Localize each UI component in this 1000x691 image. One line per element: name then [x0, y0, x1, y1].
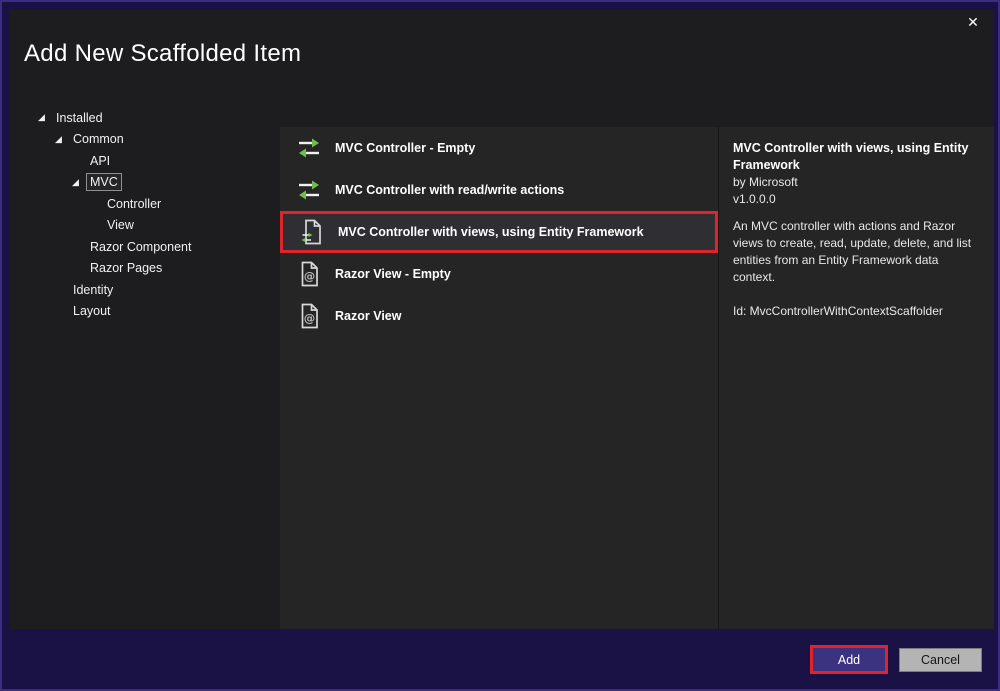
- tree-item-label: MVC: [86, 173, 122, 191]
- scaffold-file-icon: [299, 219, 325, 245]
- tree-item-label: Controller: [103, 195, 165, 213]
- dialog-title: Add New Scaffolded Item: [24, 40, 301, 68]
- dialog-surface: Add New Scaffolded Item ◢Installed◢Commo…: [10, 10, 994, 629]
- tree-item-api[interactable]: API: [10, 150, 280, 172]
- tree-item-label: Installed: [52, 109, 107, 127]
- razor-file-icon: @: [296, 303, 322, 329]
- mvc-controller-icon: [296, 135, 322, 161]
- svg-text:@: @: [304, 311, 316, 325]
- expand-triangle-icon[interactable]: ◢: [38, 113, 52, 122]
- category-tree: ◢Installed◢CommonAPI◢MVCControllerViewRa…: [10, 102, 280, 629]
- tree-item-identity[interactable]: Identity: [10, 279, 280, 301]
- template-item-razor-view[interactable]: @ Razor View: [280, 295, 718, 337]
- template-item-razor-view-empty[interactable]: @ Razor View - Empty: [280, 253, 718, 295]
- tree-item-razor-component[interactable]: Razor Component: [10, 236, 280, 258]
- tree-item-layout[interactable]: Layout: [10, 301, 280, 323]
- tree-item-label: Common: [69, 130, 128, 148]
- template-item-mvc-controller-empty[interactable]: MVC Controller - Empty: [280, 127, 718, 169]
- template-item-mvc-controller-with-read-write-actions[interactable]: MVC Controller with read/write actions: [280, 169, 718, 211]
- tree-item-mvc[interactable]: ◢MVC: [10, 172, 280, 194]
- razor-file-icon: @: [296, 261, 322, 287]
- svg-text:@: @: [304, 269, 316, 283]
- details-title: MVC Controller with views, using Entity …: [733, 140, 980, 174]
- tree-item-installed[interactable]: ◢Installed: [10, 107, 280, 129]
- tree-item-label: Razor Pages: [86, 259, 166, 277]
- tree-item-label: Layout: [69, 302, 115, 320]
- tree-item-label: Identity: [69, 281, 117, 299]
- tree-item-label: API: [86, 152, 114, 170]
- template-item-label: MVC Controller with read/write actions: [335, 183, 564, 197]
- add-scaffold-dialog-window: Add New Scaffolded Item ◢Installed◢Commo…: [0, 0, 1000, 691]
- add-button[interactable]: Add: [810, 645, 888, 674]
- template-item-label: MVC Controller - Empty: [335, 141, 475, 155]
- tree-item-common[interactable]: ◢Common: [10, 129, 280, 151]
- tree-item-controller[interactable]: Controller: [10, 193, 280, 215]
- template-list: MVC Controller - Empty MVC Controller wit…: [280, 127, 718, 629]
- tree-item-razor-pages[interactable]: Razor Pages: [10, 258, 280, 280]
- cancel-button[interactable]: Cancel: [899, 648, 982, 672]
- close-icon[interactable]: ✕: [961, 10, 985, 34]
- mvc-controller-icon: [296, 177, 322, 203]
- expand-triangle-icon[interactable]: ◢: [55, 135, 69, 144]
- tree-item-label: View: [103, 216, 138, 234]
- template-item-label: Razor View - Empty: [335, 267, 451, 281]
- details-panel: MVC Controller with views, using Entity …: [718, 127, 994, 629]
- template-item-mvc-controller-with-views-using-entity-framework[interactable]: MVC Controller with views, using Entity …: [280, 211, 718, 253]
- details-version: v1.0.0.0: [733, 191, 980, 208]
- expand-triangle-icon[interactable]: ◢: [72, 178, 86, 187]
- details-id: Id: MvcControllerWithContextScaffolder: [733, 303, 980, 320]
- template-item-label: Razor View: [335, 309, 401, 323]
- details-author: by Microsoft: [733, 174, 980, 191]
- dialog-titlebar: Add New Scaffolded Item: [10, 10, 994, 98]
- template-item-label: MVC Controller with views, using Entity …: [338, 225, 644, 239]
- tree-item-view[interactable]: View: [10, 215, 280, 237]
- details-description: An MVC controller with actions and Razor…: [733, 218, 980, 286]
- tree-item-label: Razor Component: [86, 238, 195, 256]
